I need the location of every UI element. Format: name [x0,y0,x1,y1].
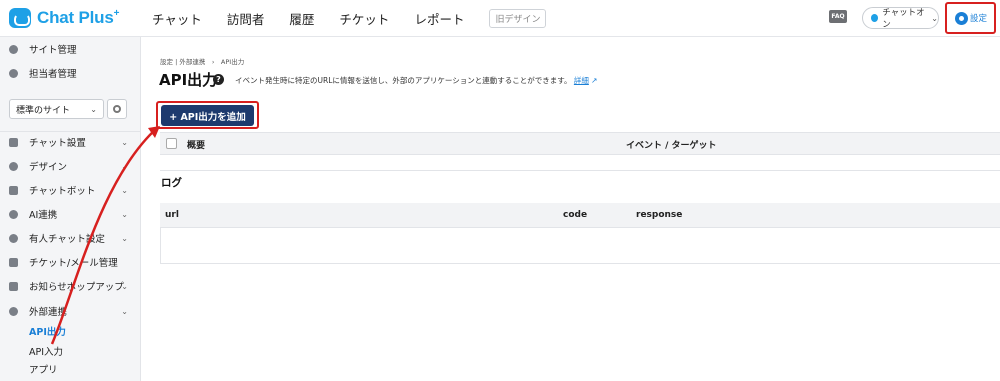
external-link-icon: ↗ [591,76,598,85]
users-icon [9,68,18,78]
chevron-down-icon: ⌄ [121,306,128,316]
sidebar-subitem-api-input[interactable]: API入力 [29,344,63,358]
popup-icon [9,281,18,291]
sidebar-label: チャットボット [29,186,96,197]
detail-link[interactable]: 詳細 [574,76,589,85]
old-design-button[interactable]: 旧デザイン [489,9,547,28]
chevron-down-icon: ⌄ [121,281,128,291]
chatbot-icon [9,185,18,195]
ai-icon [9,209,18,219]
help-icon[interactable]: ? [213,74,224,85]
faq-icon[interactable]: FAQ [829,10,847,23]
sidebar-item-manned-chat[interactable]: 有人チャット設定 ⌄ [0,228,141,248]
annotation-arrow [50,126,160,345]
gear-icon [113,105,121,113]
sidebar-label: サイト管理 [29,45,77,56]
sidebar-label: 有人チャット設定 [29,234,105,245]
site-select[interactable]: 標準のサイト ⌄ [9,99,104,119]
sidebar-label: お知らせポップアップ [29,282,124,293]
main-nav: チャット 訪問者 履歴 チケット レポート 旧デザイン [152,0,547,37]
sidebar-item-popup[interactable]: お知らせポップアップ ⌄ [0,276,141,296]
nav-reports[interactable]: レポート [414,9,464,28]
nav-visitors[interactable]: 訪問者 [227,9,265,28]
chevron-down-icon: ⌄ [90,104,97,114]
share-icon [9,306,18,316]
page-title: API出力 [159,71,218,89]
chevron-down-icon: ⌄ [121,137,128,147]
palette-icon [9,161,18,171]
chevron-down-icon: ⌄ [121,209,128,219]
sidebar-item-chat-install[interactable]: チャット設置 ⌄ [0,132,141,152]
sidebar-label: チャット設置 [29,138,86,149]
sidebar-label: チケット/メール管理 [29,258,118,269]
sidebar: サイト管理 担当者管理 標準のサイト ⌄ チャット設置 ⌄ デザイン ⌄ チャッ… [0,37,141,381]
sidebar-label: 担当者管理 [29,69,77,80]
logo-text: Chat Plus [37,8,114,27]
sidebar-label: デザイン [29,162,68,173]
table-row [160,155,1000,171]
sidebar-item-staff-manage[interactable]: 担当者管理 [0,63,141,83]
chevron-down-icon: ⌄ [931,13,938,23]
sidebar-item-external[interactable]: 外部連携 ⌄ [0,301,141,321]
site-select-value: 標準のサイト [16,105,71,116]
nav-history[interactable]: 履歴 [289,9,314,28]
log-title: ログ [161,177,182,189]
headset-icon [9,233,18,243]
sidebar-label: AI連携 [29,210,58,221]
nav-tickets[interactable]: チケット [339,9,389,28]
settings-highlight-box [945,2,996,34]
status-dot-icon [871,14,879,22]
col-code: code [563,210,588,220]
chatplus-logo[interactable]: Chat Plus+ [9,8,119,28]
sidebar-item-chatbot[interactable]: チャットボット ⌄ [0,180,141,200]
site-settings-button[interactable] [107,99,127,119]
breadcrumb[interactable]: 設定 | 外部連携 › API出力 [160,56,244,66]
sidebar-item-site-manage[interactable]: サイト管理 [0,39,141,59]
tools-icon [9,137,18,147]
ticket-icon [9,257,18,267]
sidebar-label: 外部連携 [29,307,68,318]
description-text: イベント発生時に特定のURLに情報を送信し、外部のアプリケーションと連動すること… [235,76,572,85]
col-summary: 概要 [187,141,206,151]
col-response: response [636,210,683,220]
chat-status-label: チャットオン [882,8,925,30]
sidebar-subitem-apps[interactable]: アプリ [29,362,58,376]
logo-plus: + [113,8,120,19]
chat-status-toggle[interactable]: チャットオン ⌄ [862,7,939,30]
sidebar-item-ticket-mail[interactable]: チケット/メール管理 [0,252,141,272]
chat-bubble-icon [9,8,31,28]
top-header: Chat Plus+ チャット 訪問者 履歴 チケット レポート 旧デザイン F… [0,0,1000,37]
select-all-checkbox[interactable] [166,138,177,149]
chevron-down-icon: ⌄ [121,185,128,195]
chevron-down-icon: ⌄ [121,161,128,171]
col-url: url [165,210,179,220]
sidebar-item-design[interactable]: デザイン ⌄ [0,156,141,176]
site-icon [9,44,18,54]
api-table-header [160,132,1000,155]
sidebar-item-ai[interactable]: AI連携 ⌄ [0,204,141,224]
nav-chat[interactable]: チャット [152,9,202,28]
col-event-target: イベント / ターゲット [626,141,717,151]
add-button-highlight-box [156,101,259,129]
sidebar-subitem-api-output[interactable]: API出力 [29,324,66,338]
chevron-down-icon: ⌄ [121,233,128,243]
page-description: イベント発生時に特定のURLに情報を送信し、外部のアプリケーションと連動すること… [235,75,598,86]
